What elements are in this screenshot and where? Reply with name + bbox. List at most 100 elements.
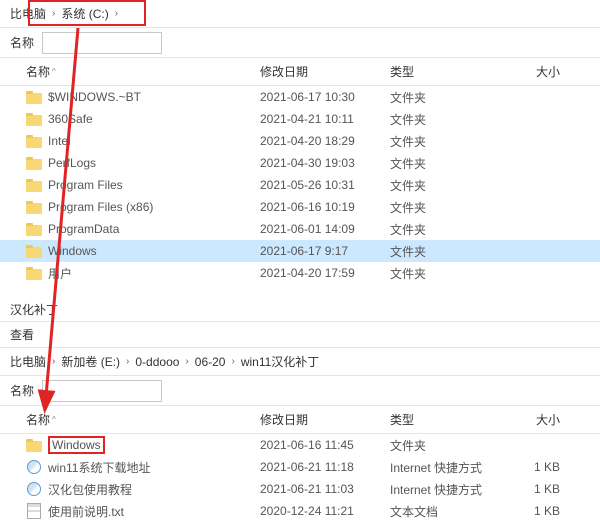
header-size[interactable]: 大小 (500, 63, 560, 80)
item-type: Internet 快捷方式 (390, 481, 500, 498)
chevron-right-icon: › (185, 356, 188, 367)
item-name: 360Safe (48, 112, 93, 126)
item-name: Windows (48, 436, 105, 454)
header-date[interactable]: 修改日期 (260, 63, 390, 80)
item-type: 文件夹 (390, 199, 500, 216)
header-type[interactable]: 类型 (390, 63, 500, 80)
text-file-icon (26, 503, 42, 519)
item-type: 文件夹 (390, 221, 500, 238)
list-item[interactable]: ProgramData 2021-06-01 14:09文件夹 (0, 218, 600, 240)
sort-asc-icon: ^ (52, 67, 56, 76)
list-item[interactable]: Windows 2021-06-17 9:17文件夹 (0, 240, 600, 262)
item-type: 文件夹 (390, 111, 500, 128)
breadcrumb-bottom[interactable]: 比电脑 › 新加卷 (E:) › 0-ddooo › 06-20 › win11汉化补丁 (0, 348, 600, 376)
folder-icon (26, 267, 42, 280)
view-menu[interactable]: 查看 (0, 322, 600, 348)
item-date: 2021-06-16 10:19 (260, 200, 390, 214)
item-type: Internet 快捷方式 (390, 459, 500, 476)
window-title: 汉化补丁 (0, 298, 600, 322)
list-item[interactable]: Program Files (x86) 2021-06-16 10:19文件夹 (0, 196, 600, 218)
item-name: 使用前说明.txt (48, 503, 124, 520)
list-item[interactable]: win11系统下载地址2021-06-21 11:18Internet 快捷方式… (0, 456, 600, 478)
folder-icon (26, 439, 42, 452)
header-size[interactable]: 大小 (500, 411, 560, 428)
item-name: Windows (48, 244, 97, 258)
bottom-explorer-pane: 汉化补丁 查看 比电脑 › 新加卷 (E:) › 0-ddooo › 06-20 › w… (0, 298, 600, 522)
list-item[interactable]: PerfLogs2021-04-30 19:03文件夹 (0, 152, 600, 174)
column-headers[interactable]: 名称^ 修改日期 类型 大小 (0, 58, 600, 86)
item-size: 1 KB (500, 482, 560, 496)
breadcrumb-item[interactable]: 比电脑 (10, 353, 46, 370)
list-item[interactable]: 使用前说明.txt 2020-12-24 11:21文本文档1 KB (0, 500, 600, 522)
folder-icon (26, 179, 42, 192)
chevron-right-icon: › (126, 356, 129, 367)
item-date: 2021-04-20 18:29 (260, 134, 390, 148)
item-name: $WINDOWS.~BT (48, 90, 141, 104)
item-name: Program Files (x86) (48, 200, 153, 214)
folder-icon (26, 201, 42, 214)
breadcrumb-item[interactable]: win11汉化补丁 (241, 353, 319, 370)
chevron-right-icon: › (52, 8, 55, 19)
breadcrumb-item[interactable]: 新加卷 (E:) (61, 353, 120, 370)
item-name: Intel (48, 134, 71, 148)
folder-icon (26, 113, 42, 126)
item-type: 文件夹 (390, 265, 500, 282)
column-headers[interactable]: 名称^ 修改日期 类型 大小 (0, 406, 600, 434)
list-item[interactable]: Intel 2021-04-20 18:29文件夹 (0, 130, 600, 152)
item-date: 2021-06-17 9:17 (260, 244, 390, 258)
item-date: 2021-04-20 17:59 (260, 266, 390, 280)
item-date: 2021-06-01 14:09 (260, 222, 390, 236)
item-type: 文件夹 (390, 437, 500, 454)
item-date: 2021-04-21 10:11 (260, 112, 390, 126)
item-size: 1 KB (500, 504, 560, 518)
item-type: 文件夹 (390, 243, 500, 260)
list-item[interactable]: 用户 2021-04-20 17:59文件夹 (0, 262, 600, 284)
breadcrumb-item[interactable]: 比电脑 (10, 5, 46, 22)
item-type: 文件夹 (390, 177, 500, 194)
item-date: 2020-12-24 11:21 (260, 504, 390, 518)
item-size: 1 KB (500, 460, 560, 474)
name-label: 名称 (10, 382, 34, 399)
folder-icon (26, 223, 42, 236)
header-date[interactable]: 修改日期 (260, 411, 390, 428)
list-item[interactable]: 汉化包使用教程2021-06-21 11:03Internet 快捷方式1 KB (0, 478, 600, 500)
list-item[interactable]: $WINDOWS.~BT 2021-06-17 10:30文件夹 (0, 86, 600, 108)
list-item[interactable]: 360Safe 2021-04-21 10:11文件夹 (0, 108, 600, 130)
file-list-bottom: Windows 2021-06-16 11:45文件夹 win11系统下载地址202… (0, 434, 600, 522)
item-date: 2021-06-17 10:30 (260, 90, 390, 104)
breadcrumb-item[interactable]: 0-ddooo (135, 355, 179, 369)
item-name: Program Files (48, 178, 123, 192)
folder-icon (26, 157, 42, 170)
name-filter-input[interactable] (42, 380, 162, 402)
chevron-right-icon: › (231, 356, 234, 367)
item-type: 文件夹 (390, 89, 500, 106)
breadcrumb-top[interactable]: 比电脑 › 系统 (C:) › (0, 0, 600, 28)
header-name[interactable]: 名称 (26, 63, 50, 80)
sort-asc-icon: ^ (52, 415, 56, 424)
folder-icon (26, 135, 42, 148)
breadcrumb-item[interactable]: 系统 (C:) (61, 5, 108, 22)
chevron-right-icon: › (52, 356, 55, 367)
chevron-right-icon: › (115, 8, 118, 19)
item-type: 文件夹 (390, 133, 500, 150)
list-item[interactable]: Windows 2021-06-16 11:45文件夹 (0, 434, 600, 456)
item-name: ProgramData (48, 222, 119, 236)
toolbar-bottom: 名称 (0, 376, 600, 406)
item-type: 文本文档 (390, 503, 500, 520)
folder-icon (26, 245, 42, 258)
name-filter-input[interactable] (42, 32, 162, 54)
item-date: 2021-06-16 11:45 (260, 438, 390, 452)
item-date: 2021-04-30 19:03 (260, 156, 390, 170)
top-explorer-pane: 比电脑 › 系统 (C:) › 名称 名称^ 修改日期 类型 大小 $WINDO… (0, 0, 600, 284)
item-type: 文件夹 (390, 155, 500, 172)
item-date: 2021-06-21 11:03 (260, 482, 390, 496)
item-name: 用户 (48, 265, 72, 282)
header-name[interactable]: 名称 (26, 411, 50, 428)
list-item[interactable]: Program Files2021-05-26 10:31文件夹 (0, 174, 600, 196)
breadcrumb-item[interactable]: 06-20 (195, 355, 226, 369)
shortcut-icon (26, 481, 42, 497)
header-type[interactable]: 类型 (390, 411, 500, 428)
file-list-top: $WINDOWS.~BT2021-06-17 10:30文件夹360Safe20… (0, 86, 600, 284)
shortcut-icon (26, 459, 42, 475)
folder-icon (26, 91, 42, 104)
